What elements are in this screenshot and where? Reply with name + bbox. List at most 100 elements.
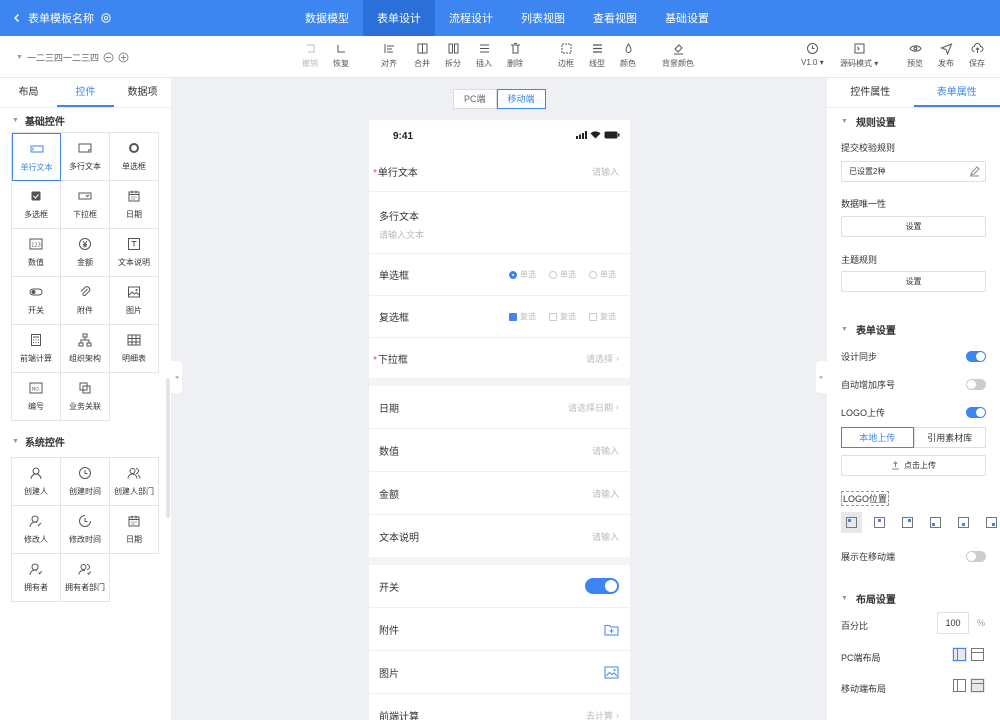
upload-image-button[interactable] <box>604 666 619 679</box>
collapse-left-button[interactable]: ◂ <box>171 361 182 393</box>
system-controls-header[interactable]: ▼ 系统控件 <box>0 429 171 453</box>
control-detail-table[interactable]: 明细表 <box>110 325 159 373</box>
radio-option-3[interactable]: 单选 <box>589 269 616 280</box>
logo-pos-top-left[interactable] <box>841 512 862 533</box>
left-scrollbar[interactable] <box>166 378 170 518</box>
control-owner-department[interactable]: 拥有者部门 <box>61 554 110 602</box>
logo-pos-top-right[interactable] <box>897 512 918 533</box>
show-mobile-toggle[interactable] <box>966 551 986 562</box>
control-modifier[interactable]: 修改人 <box>12 506 61 554</box>
control-created-time[interactable]: 创建时间 <box>61 458 110 506</box>
settings-gear-icon[interactable] <box>100 12 112 24</box>
basic-controls-header[interactable]: ▼ 基础控件 <box>0 108 171 132</box>
logo-pos-bottom-center[interactable] <box>953 512 974 533</box>
local-upload-tab[interactable]: 本地上传 <box>841 427 914 448</box>
control-checkbox[interactable]: 多选框 <box>12 181 61 229</box>
tab-controls[interactable]: 控件 <box>57 78 114 107</box>
plus-circle-icon[interactable] <box>118 52 129 63</box>
tab-basic-settings[interactable]: 基础设置 <box>651 0 723 36</box>
table-selector[interactable]: ▼ 一二三四一二三四 <box>16 36 129 78</box>
design-sync-toggle[interactable] <box>966 351 986 362</box>
unique-setting-button[interactable]: 设置 <box>841 216 986 237</box>
submit-rule-field[interactable]: 已设置2种 <box>841 161 986 182</box>
tab-detail-view[interactable]: 查看视图 <box>579 0 651 36</box>
control-single-line-text[interactable]: 单行文本 <box>12 133 61 181</box>
preview-button[interactable]: 预览 <box>907 42 923 69</box>
auto-sequence-toggle[interactable] <box>966 379 986 390</box>
field-amount[interactable]: 金额 请输入 <box>369 472 630 515</box>
control-switch[interactable]: 开关 <box>12 277 61 325</box>
publish-button[interactable]: 发布 <box>938 42 954 69</box>
control-org-chart[interactable]: 组织架构 <box>61 325 110 373</box>
merge-button[interactable]: 合并 <box>414 42 430 69</box>
layout-settings-header[interactable]: ▼ 布局设置 <box>841 591 896 606</box>
source-mode-button[interactable]: 源码模式 ▾ <box>840 42 878 69</box>
collapse-right-button[interactable]: ▸ <box>816 361 827 393</box>
tab-layout[interactable]: 布局 <box>0 78 57 107</box>
control-business-relation[interactable]: 业务关联 <box>61 373 110 421</box>
tab-data-items[interactable]: 数据项 <box>114 78 171 107</box>
line-style-button[interactable]: 线型 <box>589 42 605 69</box>
field-multi-line-text[interactable]: 多行文本 请输入文本 <box>369 192 630 254</box>
checkbox-option-1[interactable]: 复选 <box>509 311 536 322</box>
control-modified-time[interactable]: 修改时间 <box>61 506 110 554</box>
control-attachment[interactable]: 附件 <box>61 277 110 325</box>
version-selector[interactable]: V1.0 ▾ <box>801 42 824 67</box>
field-date[interactable]: 日期 请选择日期 › <box>369 386 630 429</box>
form-settings-header[interactable]: ▼ 表单设置 <box>841 322 896 337</box>
control-owner[interactable]: 拥有者 <box>12 554 61 602</box>
logo-pos-bottom-right[interactable] <box>981 512 1000 533</box>
checkbox-option-2[interactable]: 复选 <box>549 311 576 322</box>
logo-pos-bottom-left[interactable] <box>925 512 946 533</box>
control-creator[interactable]: 创建人 <box>12 458 61 506</box>
minus-circle-icon[interactable] <box>103 52 114 63</box>
tab-form-properties[interactable]: 表单属性 <box>914 78 1000 107</box>
color-button[interactable]: 颜色 <box>620 42 636 69</box>
field-number[interactable]: 数值 请输入 <box>369 429 630 472</box>
layout-sidebar-icon[interactable] <box>952 678 967 693</box>
percent-input[interactable]: 100 <box>937 612 969 634</box>
material-library-tab[interactable]: 引用素材库 <box>913 427 986 448</box>
insert-button[interactable]: 插入 <box>476 42 492 69</box>
control-text-description[interactable]: 文本说明 <box>110 229 159 277</box>
layout-header-icon[interactable] <box>970 647 985 662</box>
redo-button[interactable]: 恢复 <box>333 42 349 69</box>
split-button[interactable]: 拆分 <box>445 42 461 69</box>
click-upload-button[interactable]: 点击上传 <box>841 455 986 476</box>
logo-upload-toggle[interactable] <box>966 407 986 418</box>
control-image[interactable]: 图片 <box>110 277 159 325</box>
tab-form-design[interactable]: 表单设计 <box>363 0 435 36</box>
tab-flow-design[interactable]: 流程设计 <box>435 0 507 36</box>
control-serial-number[interactable]: NO. 编号 <box>12 373 61 421</box>
control-amount[interactable]: 金额 <box>61 229 110 277</box>
field-single-line-text[interactable]: *单行文本 请输入 <box>369 152 630 192</box>
control-calculator[interactable]: 前端计算 <box>12 325 61 373</box>
pc-view-button[interactable]: PC端 <box>453 89 497 109</box>
field-calculator[interactable]: 前端计算 去计算 › <box>369 694 630 720</box>
control-dropdown[interactable]: 下拉框 <box>61 181 110 229</box>
control-number[interactable]: 123 数值 <box>12 229 61 277</box>
tab-data-model[interactable]: 数据模型 <box>291 0 363 36</box>
undo-button[interactable]: 撤销 <box>302 42 318 69</box>
control-date[interactable]: 日期 <box>110 181 159 229</box>
delete-button[interactable]: 删除 <box>507 42 523 69</box>
control-multi-line-text[interactable]: 多行文本 <box>61 133 110 181</box>
field-dropdown[interactable]: *下拉框 请选择 › <box>369 338 630 378</box>
border-button[interactable]: 边框 <box>558 42 574 69</box>
radio-option-2[interactable]: 单选 <box>549 269 576 280</box>
theme-setting-button[interactable]: 设置 <box>841 271 986 292</box>
logo-pos-top-center[interactable] <box>869 512 890 533</box>
save-button[interactable]: 保存 <box>969 42 985 69</box>
control-system-date[interactable]: 日期 <box>110 506 159 554</box>
mobile-view-button[interactable]: 移动端 <box>496 89 546 109</box>
switch-toggle[interactable] <box>585 578 619 594</box>
layout-sidebar-icon[interactable] <box>952 647 967 662</box>
rules-section-header[interactable]: ▼ 规则设置 <box>841 114 896 129</box>
tab-list-view[interactable]: 列表视图 <box>507 0 579 36</box>
tab-control-properties[interactable]: 控件属性 <box>827 78 914 107</box>
layout-header-icon[interactable] <box>970 678 985 693</box>
control-radio[interactable]: 单选框 <box>110 133 159 181</box>
back-button[interactable]: 表单模板名称 <box>12 0 112 36</box>
checkbox-option-3[interactable]: 复选 <box>589 311 616 322</box>
upload-attachment-button[interactable] <box>604 623 619 636</box>
